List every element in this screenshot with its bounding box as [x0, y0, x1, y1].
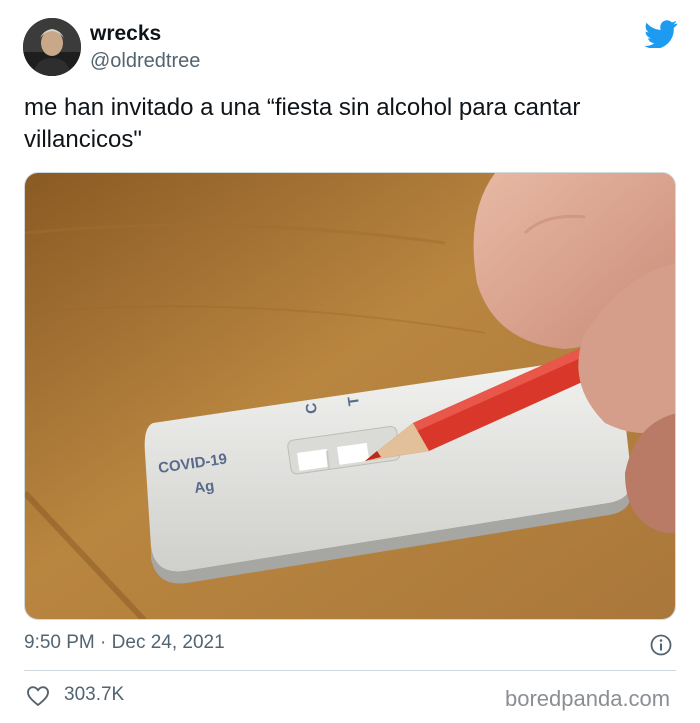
tweet-timestamp[interactable]: 9:50 PM · Dec 24, 2021 [24, 632, 225, 654]
tweet-date: Dec 24, 2021 [111, 632, 225, 653]
user-handle[interactable]: @oldredtree [90, 50, 200, 73]
heart-icon[interactable] [26, 685, 50, 707]
media-photo: COVID-19 Ag C T [25, 173, 675, 619]
divider [24, 670, 676, 671]
info-icon[interactable] [650, 634, 672, 656]
watermark: boredpanda.com [505, 686, 671, 711]
display-name[interactable]: wrecks [90, 22, 161, 46]
avatar-image [23, 18, 81, 76]
tweet-text: me han invitado a una “fiesta sin alcoho… [24, 94, 581, 153]
tweet-time: 9:50 PM [24, 632, 95, 653]
tweet-card: wrecks @oldredtree me han invitado a una… [0, 0, 700, 723]
tweet-media[interactable]: COVID-19 Ag C T [24, 172, 676, 620]
avatar[interactable] [23, 18, 81, 76]
meta-separator: · [100, 632, 107, 653]
media-strip-label-ag: Ag [193, 477, 215, 497]
like-count: 303.7K [64, 684, 125, 705]
twitter-bird-icon[interactable] [644, 20, 678, 48]
